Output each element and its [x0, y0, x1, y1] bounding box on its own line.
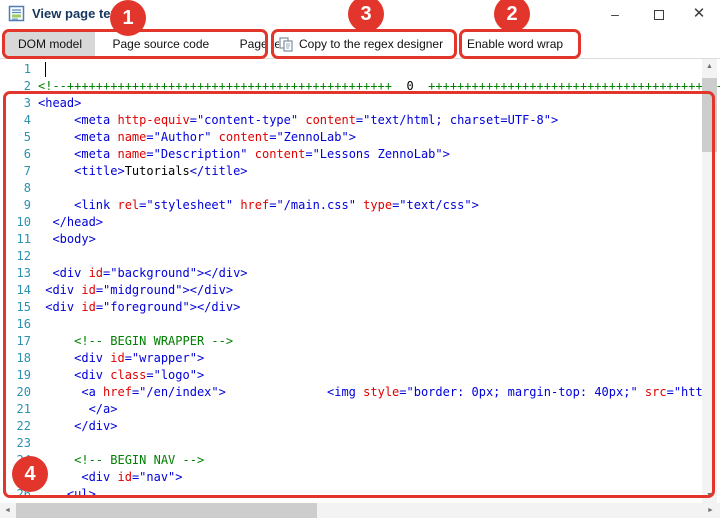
line-number: 24 — [0, 452, 38, 469]
code-line: 26 <ul> — [0, 486, 720, 503]
line-number: 21 — [0, 401, 38, 418]
line-number: 13 — [0, 265, 38, 282]
scroll-down-icon[interactable]: ▼ — [702, 488, 717, 503]
code-line: 23 — [0, 435, 720, 452]
line-number: 9 — [0, 197, 38, 214]
code-line: 25 <div id="nav"> — [0, 469, 720, 486]
line-number: 23 — [0, 435, 38, 452]
code-line: 4 <meta http-equiv="content-type" conten… — [0, 112, 720, 129]
scroll-left-icon[interactable]: ◄ — [0, 503, 15, 518]
scroll-right-icon[interactable]: ► — [703, 503, 718, 518]
line-number: 16 — [0, 316, 38, 333]
line-number: 4 — [0, 112, 38, 129]
line-number: 15 — [0, 299, 38, 316]
code-line: 8 — [0, 180, 720, 197]
code-line: 17 <!-- BEGIN WRAPPER --> — [0, 333, 720, 350]
code-line: 13 <div id="background"></div> — [0, 265, 720, 282]
line-number: 8 — [0, 180, 38, 197]
code-line: 22 </div> — [0, 418, 720, 435]
line-number: 7 — [0, 163, 38, 180]
code-line: 12 — [0, 248, 720, 265]
line-number: 2 — [0, 78, 38, 95]
code-line: 16 — [0, 316, 720, 333]
code-line: 15 <div id="foreground"></div> — [0, 299, 720, 316]
line-number: 25 — [0, 469, 38, 486]
line-number: 10 — [0, 214, 38, 231]
view-page-text-window: View page text – ✕ DOM model Page source… — [0, 0, 720, 522]
line-number: 18 — [0, 350, 38, 367]
copy-icon — [279, 37, 294, 52]
vertical-scrollbar-thumb[interactable] — [702, 78, 717, 152]
line-number: 14 — [0, 282, 38, 299]
code-line: 18 <div id="wrapper"> — [0, 350, 720, 367]
copy-to-regex-designer-button[interactable]: Copy to the regex designer — [279, 30, 443, 58]
line-number: 20 — [0, 384, 38, 401]
tab-bar: DOM model Page source code Page text — [5, 30, 303, 58]
titlebar: View page text – ✕ — [0, 0, 720, 28]
scroll-up-icon[interactable]: ▲ — [702, 59, 717, 74]
maximize-icon — [654, 10, 664, 20]
tab-dom-model[interactable]: DOM model — [5, 30, 95, 58]
line-number: 1 — [0, 61, 38, 78]
line-number: 3 — [0, 95, 38, 112]
line-number: 17 — [0, 333, 38, 350]
code-line: 20 <a href="/en/index"> <img style="bord… — [0, 384, 720, 401]
line-number: 22 — [0, 418, 38, 435]
code-line: 6 <meta name="Description" content="Less… — [0, 146, 720, 163]
code-lines: 12<!--++++++++++++++++++++++++++++++++++… — [0, 61, 720, 503]
horizontal-scrollbar-thumb[interactable] — [16, 503, 317, 518]
line-number: 11 — [0, 231, 38, 248]
code-line: 9 <link rel="stylesheet" href="/main.css… — [0, 197, 720, 214]
code-line: 2<!--+++++++++++++++++++++++++++++++++++… — [0, 78, 720, 95]
maximize-button[interactable] — [642, 0, 676, 28]
code-line: 21 </a> — [0, 401, 720, 418]
code-line: 11 <body> — [0, 231, 720, 248]
code-line: 24 <!-- BEGIN NAV --> — [0, 452, 720, 469]
line-number: 26 — [0, 486, 38, 503]
vertical-scrollbar[interactable]: ▲ ▼ — [702, 59, 717, 503]
code-line: 14 <div id="midground"></div> — [0, 282, 720, 299]
code-line: 19 <div class="logo"> — [0, 367, 720, 384]
word-wrap-button-label: Enable word wrap — [467, 37, 563, 51]
minimize-button[interactable]: – — [598, 0, 632, 28]
code-line: 7 <title>Tutorials</title> — [0, 163, 720, 180]
copy-button-label: Copy to the regex designer — [299, 37, 443, 51]
tab-page-source-code[interactable]: Page source code — [99, 30, 222, 58]
close-button[interactable]: ✕ — [682, 0, 716, 28]
code-editor[interactable]: 12<!--++++++++++++++++++++++++++++++++++… — [0, 59, 720, 503]
window-title: View page text — [32, 6, 122, 21]
line-number: 12 — [0, 248, 38, 265]
toolbar: DOM model Page source code Page text Cop… — [0, 28, 720, 59]
page-text-icon — [8, 5, 25, 22]
code-line: 1 — [0, 61, 720, 78]
code-line: 5 <meta name="Author" content="ZennoLab"… — [0, 129, 720, 146]
horizontal-scrollbar[interactable]: ◄ ► — [0, 503, 720, 518]
line-number: 6 — [0, 146, 38, 163]
code-line: 10 </head> — [0, 214, 720, 231]
code-line: 3<head> — [0, 95, 720, 112]
line-number: 19 — [0, 367, 38, 384]
enable-word-wrap-button[interactable]: Enable word wrap — [467, 30, 563, 58]
line-number: 5 — [0, 129, 38, 146]
